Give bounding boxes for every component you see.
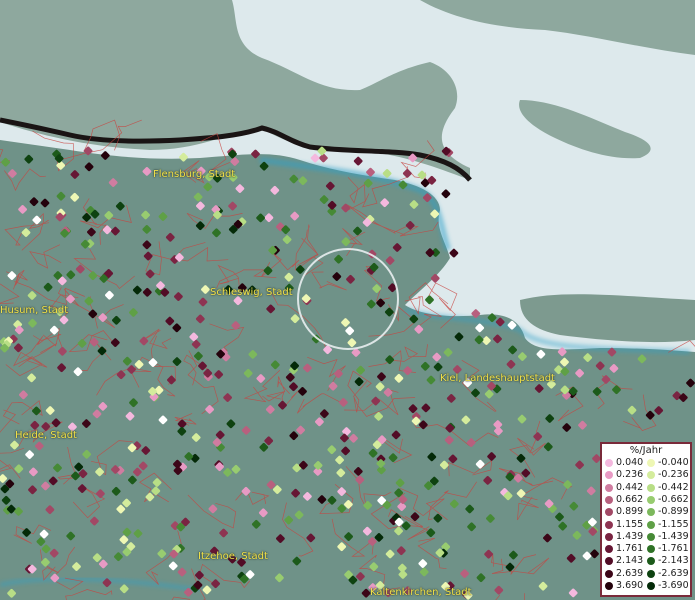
legend-swatch-positive bbox=[605, 557, 613, 566]
place-label-kaltenkirchen[interactable]: Kaltenkirchen, Stadt bbox=[370, 587, 472, 598]
legend-swatch-negative bbox=[647, 532, 655, 541]
legend-label-negative: -1.761 bbox=[658, 543, 689, 555]
legend-swatch-negative bbox=[647, 495, 655, 504]
legend-label-negative: -2.143 bbox=[658, 555, 689, 567]
legend-label-positive: 0.236 bbox=[616, 469, 644, 481]
legend-row: 1.155 -1.155 bbox=[605, 518, 691, 531]
legend-label-negative: -2.639 bbox=[658, 567, 689, 579]
legend-swatch-positive bbox=[605, 520, 613, 529]
legend-swatch-positive bbox=[605, 545, 613, 554]
legend-label-negative: -1.155 bbox=[658, 518, 689, 530]
legend-row: 0.899 -0.899 bbox=[605, 506, 691, 518]
legend-swatch-negative bbox=[647, 459, 655, 467]
legend-swatch-positive bbox=[605, 483, 613, 492]
place-label-heide[interactable]: Heide, Stadt bbox=[15, 430, 77, 441]
legend-row: 1.761 -1.761 bbox=[605, 543, 691, 555]
legend-label-positive: 2.143 bbox=[616, 555, 644, 567]
legend-swatch-negative bbox=[647, 471, 655, 480]
legend-swatch-positive bbox=[605, 495, 613, 504]
place-label-schleswig[interactable]: Schleswig, Stadt bbox=[210, 287, 293, 298]
legend-swatch-negative bbox=[647, 508, 655, 517]
legend-label-positive: 3.690 bbox=[616, 580, 644, 591]
map-canvas[interactable] bbox=[0, 0, 695, 600]
legend-row: 3.690 -3.690 bbox=[605, 580, 691, 592]
legend-label-negative: -1.439 bbox=[658, 530, 689, 542]
legend-swatch-negative bbox=[647, 569, 655, 578]
legend-label-positive: 0.899 bbox=[616, 506, 644, 518]
legend-row: 0.662 -0.662 bbox=[605, 493, 691, 506]
legend-label-negative: -0.040 bbox=[658, 457, 689, 468]
legend-label-positive: 1.439 bbox=[616, 530, 644, 542]
legend-swatch-positive bbox=[605, 459, 613, 467]
legend-swatch-negative bbox=[647, 557, 655, 566]
place-label-itzehoe[interactable]: Itzehoe, Stadt bbox=[198, 551, 268, 562]
legend-label-positive: 1.761 bbox=[616, 543, 644, 555]
place-label-husum[interactable]: Husum, Stadt bbox=[0, 305, 68, 316]
legend-swatch-positive bbox=[605, 569, 613, 578]
legend-swatch-positive bbox=[605, 471, 613, 480]
legend-swatch-negative bbox=[647, 582, 655, 590]
legend-row: 2.639 -2.639 bbox=[605, 567, 691, 580]
legend-row: 0.236 -0.236 bbox=[605, 469, 691, 481]
place-label-kiel[interactable]: Kiel, Landeshauptstadt bbox=[440, 373, 555, 384]
place-label-flensburg[interactable]: Flensburg, Stadt bbox=[153, 169, 235, 180]
legend-row: 2.143 -2.143 bbox=[605, 555, 691, 567]
legend-label-positive: 0.442 bbox=[616, 481, 644, 493]
legend-label-positive: 2.639 bbox=[616, 567, 644, 579]
legend-swatch-negative bbox=[647, 483, 655, 492]
legend-label-positive: 0.040 bbox=[616, 457, 644, 468]
legend-label-negative: -0.442 bbox=[658, 481, 689, 493]
map-legend: %/Jahr 0.040 -0.040 0.236 -0.236 0.442 -0.442… bbox=[600, 442, 692, 597]
legend-label-positive: 1.155 bbox=[616, 518, 644, 530]
legend-swatch-positive bbox=[605, 508, 613, 517]
legend-label-positive: 0.662 bbox=[616, 493, 644, 505]
legend-row: 0.040 -0.040 bbox=[605, 457, 691, 469]
legend-swatch-positive bbox=[605, 582, 613, 590]
legend-label-negative: -0.662 bbox=[658, 493, 689, 505]
legend-swatch-negative bbox=[647, 520, 655, 529]
legend-row: 0.442 -0.442 bbox=[605, 481, 691, 494]
legend-row: 1.439 -1.439 bbox=[605, 530, 691, 543]
legend-label-negative: -0.236 bbox=[658, 469, 689, 481]
legend-label-negative: -3.690 bbox=[658, 580, 689, 591]
legend-label-negative: -0.899 bbox=[658, 506, 689, 518]
legend-swatch-positive bbox=[605, 532, 613, 541]
legend-title: %/Jahr bbox=[629, 445, 663, 456]
legend-swatch-negative bbox=[647, 545, 655, 554]
